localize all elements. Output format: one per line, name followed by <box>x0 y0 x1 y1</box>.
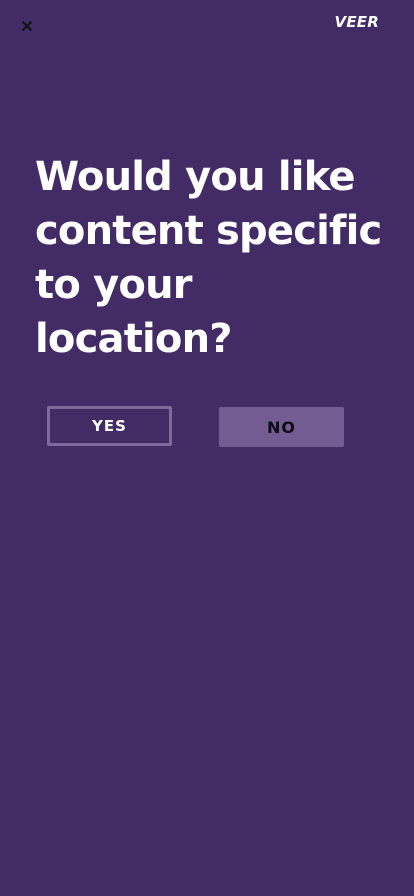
yes-button-label: YES <box>92 417 127 435</box>
location-question: Would you like content specific to your … <box>35 154 382 362</box>
no-button[interactable]: NO <box>219 407 344 447</box>
close-button[interactable] <box>17 16 37 36</box>
yes-button[interactable]: YES <box>47 406 172 446</box>
no-button-label: NO <box>267 417 296 437</box>
brand-logo: VEER <box>334 13 379 31</box>
close-icon <box>17 16 37 36</box>
